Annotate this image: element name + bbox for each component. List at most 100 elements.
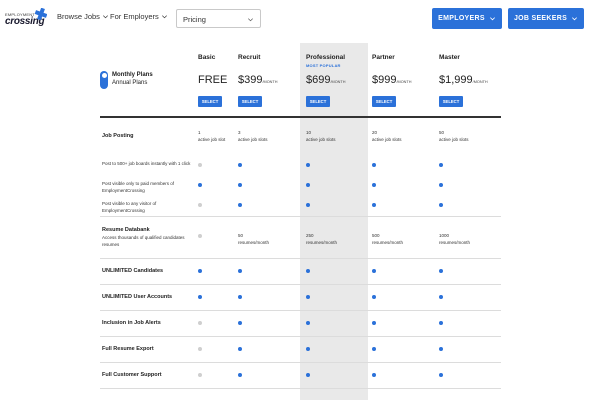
feature-0-basic-included-dot [198,269,202,273]
job-posting-basic-num: 1 [198,130,201,135]
resume-master: 1000 resumes/month [439,232,470,246]
job-posting-sub-0-basic-not-included-dot [198,163,202,167]
nav-browse-jobs[interactable]: Browse Jobs [57,12,109,21]
resume-professional: 250 resumes/month [306,232,337,246]
resume-partner: 500 resumes/month [372,232,403,246]
monthly-plans-label[interactable]: Monthly Plans [112,72,153,78]
select-partner-button[interactable]: SELECT [372,96,396,107]
employers-button[interactable]: EMPLOYERS [432,8,502,29]
resume-master-unit: resumes/month [439,240,471,245]
chevron-down-icon [103,15,108,19]
plan-name-professional: Professional [306,54,346,61]
feature-3-partner-included-dot [372,347,376,351]
resume-partner-unit: resumes/month [372,240,404,245]
feature-resume-export-label: Full Resume Export [102,346,154,352]
row-divider [100,258,501,259]
resume-databank-basic-not-included-dot [198,234,202,238]
feature-1-recruit-included-dot [238,295,242,299]
job-posting-sub-1-basic-included-dot [198,183,202,187]
price-basic-value: FREE [198,74,228,86]
nav-browse-jobs-label: Browse Jobs [57,12,100,21]
row-divider [100,388,501,389]
feature-3-basic-not-included-dot [198,347,202,351]
feature-3-master-included-dot [439,347,443,351]
price-master-period: /MONTH [472,80,488,84]
nav-for-employers[interactable]: For Employers [110,12,168,21]
resume-partner-num: 500 [372,233,380,238]
price-master: $1,999/MONTH [439,74,488,86]
feature-1-professional-included-dot [306,295,310,299]
chevron-down-icon [489,17,495,21]
feature-4-professional-included-dot [306,373,310,377]
job-posting-master: 50 active job slots [439,129,469,143]
feature-4-partner-included-dot [372,373,376,377]
job-posting-basic: 1 active job slot [198,129,225,143]
feature-4-master-included-dot [439,373,443,377]
employmentcrossing-logo[interactable]: EMPLOYMENT crossing [5,8,49,30]
feature-1-master-included-dot [439,295,443,299]
feature-2-basic-not-included-dot [198,321,202,325]
feature-2-recruit-included-dot [238,321,242,325]
nav-for-employers-label: For Employers [110,12,159,21]
price-basic: FREE [198,74,227,86]
row-divider [100,310,501,311]
feature-1-basic-included-dot [198,295,202,299]
price-professional-value: $699 [306,74,331,86]
feature-job-posting-label: Job Posting [102,133,134,139]
job-posting-master-unit: active job slots [439,137,469,142]
feature-0-master-included-dot [439,269,443,273]
job-posting-partner: 20 active job slots [372,129,402,143]
row-divider [100,216,501,217]
feature-2-partner-included-dot [372,321,376,325]
job-posting-sub-1-professional-included-dot [306,183,310,187]
top-nav-bar: EMPLOYMENT crossing Browse Jobs For Empl… [0,0,600,38]
logo-mark-icon [35,8,47,20]
price-partner-value: $999 [372,74,397,86]
feature-customer-support-label: Full Customer Support [102,372,162,378]
select-recruit-button[interactable]: SELECT [238,96,262,107]
resume-master-num: 1000 [439,233,450,238]
plan-name-basic: Basic [198,54,216,61]
resume-recruit-num: 50 [238,233,244,238]
select-basic-button[interactable]: SELECT [198,96,222,107]
feature-0-partner-included-dot [372,269,376,273]
job-seekers-button[interactable]: JOB SEEKERS [508,8,584,29]
select-master-button[interactable]: SELECT [439,96,463,107]
job-posting-sub-2-professional-included-dot [306,203,310,207]
job-posting-sub-2-partner-included-dot [372,203,376,207]
feature-4-basic-not-included-dot [198,373,202,377]
chevron-down-icon [248,18,253,22]
feature-0-recruit-included-dot [238,269,242,273]
feature-job-alerts-label: Inclusion in Job Alerts [102,320,161,326]
job-posting-sub-1-master-included-dot [439,183,443,187]
annual-plans-label[interactable]: Annual Plans [112,80,147,86]
job-posting-sub-0-professional-included-dot [306,163,310,167]
price-master-value: $1,999 [439,74,473,86]
sub-feature-paid-members: Post visible only to paid members of Emp… [102,181,175,193]
job-posting-recruit: 3 active job slots [238,129,268,143]
feature-4-recruit-included-dot [238,373,242,377]
job-posting-sub-2-recruit-included-dot [238,203,242,207]
job-posting-sub-1-partner-included-dot [372,183,376,187]
header-divider [100,116,501,118]
job-posting-recruit-unit: active job slots [238,137,268,142]
select-professional-button[interactable]: SELECT [306,96,330,107]
row-divider [100,284,501,285]
row-divider [100,336,501,337]
job-posting-master-num: 50 [439,130,445,135]
job-seekers-button-label: JOB SEEKERS [513,15,568,22]
pricing-dropdown[interactable]: Pricing [176,9,261,28]
job-posting-partner-unit: active job slots [372,137,402,142]
toggle-knob [101,72,107,78]
price-professional: $699/MONTH [306,74,345,86]
feature-resume-databank-label: Resume Databank [102,227,150,233]
resume-professional-unit: resumes/month [306,240,338,245]
feature-unlimited-candidates-label: UNLIMITED Candidates [102,268,164,274]
job-posting-sub-0-recruit-included-dot [238,163,242,167]
resume-recruit: 50 resumes/month [238,232,269,246]
resume-recruit-unit: resumes/month [238,240,270,245]
billing-period-toggle[interactable] [100,71,108,89]
job-posting-sub-0-partner-included-dot [372,163,376,167]
feature-1-partner-included-dot [372,295,376,299]
job-posting-sub-2-master-included-dot [439,203,443,207]
